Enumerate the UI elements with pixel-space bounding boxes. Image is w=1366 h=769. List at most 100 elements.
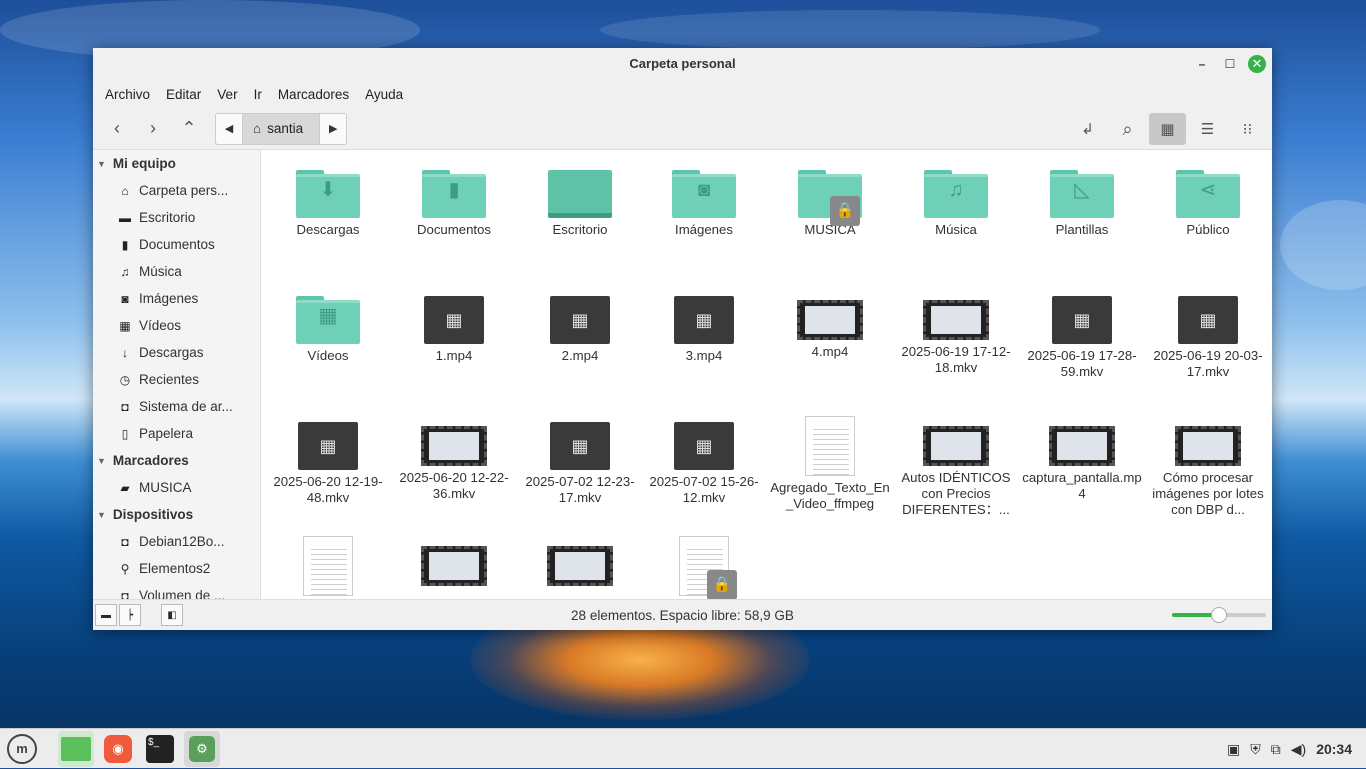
file-item[interactable]: ▮ Documentos: [392, 170, 516, 238]
menu-5[interactable]: Ayuda: [357, 87, 411, 102]
menu-3[interactable]: Ir: [246, 87, 270, 102]
file-item[interactable]: Cómo procesar imágenes por lotes con DBP…: [1146, 422, 1270, 518]
hide-sidebar-button[interactable]: ◧: [161, 604, 183, 626]
sidebar-item[interactable]: ◷ Recientes: [93, 366, 260, 393]
file-item[interactable]: 4.mp4: [768, 296, 892, 360]
menu-0[interactable]: Archivo: [97, 87, 158, 102]
mint-menu-icon[interactable]: m: [4, 731, 40, 767]
breadcrumb-label: santia: [267, 121, 304, 136]
file-item[interactable]: ⬇ Descargas: [266, 170, 390, 238]
folder-icon: ⋖: [1176, 170, 1240, 218]
sidebar-section-header[interactable]: ▼ Mi equipo: [93, 150, 260, 177]
file-item[interactable]: ▦ Vídeos: [266, 296, 390, 364]
sidebar-item[interactable]: ↓ Descargas: [93, 339, 260, 366]
menu-4[interactable]: Marcadores: [270, 87, 357, 102]
breadcrumb-home[interactable]: ⌂ santia: [242, 113, 321, 144]
sidebar-item[interactable]: ▬ Escritorio: [93, 204, 260, 231]
terminal-icon[interactable]: $_: [142, 731, 178, 767]
file-item[interactable]: ▦ 2025-06-19 20-03-17.mkv: [1146, 296, 1270, 380]
folder-icon: ▰: [120, 480, 130, 495]
tree-toggle-button[interactable]: ┝: [119, 604, 141, 626]
download-icon: ↓: [122, 345, 128, 360]
sidebar-item[interactable]: ⚲ Elementos2: [93, 555, 260, 582]
files-app-icon[interactable]: [58, 730, 94, 767]
minimize-button[interactable]: –: [1192, 54, 1212, 74]
sidebar-item-label: Papelera: [139, 426, 194, 441]
file-name: 2025-06-19 17-28-59.mkv: [1027, 348, 1137, 379]
file-item[interactable]: 🔒: [642, 536, 766, 599]
sidebar-item[interactable]: ◘ Volumen de ...: [93, 582, 260, 599]
settings-toggle-icon[interactable]: ⚙: [184, 730, 220, 767]
sidebar-item[interactable]: ▰ MUSICA: [93, 474, 260, 501]
file-item[interactable]: Agregado_Texto_En_Video_ffmpeg: [768, 416, 892, 512]
path-left-arrow[interactable]: ◀: [216, 114, 242, 144]
file-item[interactable]: ▦ 2025-06-19 17-28-59.mkv: [1020, 296, 1144, 380]
file-item[interactable]: ▦ 1.mp4: [392, 296, 516, 364]
icon-view-button[interactable]: ▦: [1149, 113, 1186, 145]
file-item[interactable]: [266, 536, 390, 599]
file-item[interactable]: Autos IDÉNTICOS con Precios DIFERENTES：.…: [894, 422, 1018, 518]
up-button[interactable]: ⌃: [171, 113, 207, 145]
file-item[interactable]: ▦ 2.mp4: [518, 296, 642, 364]
file-item[interactable]: ⋖ Público: [1146, 170, 1270, 238]
file-item[interactable]: ▦ 2025-06-20 12-19-48.mkv: [266, 422, 390, 506]
toggle-location-button[interactable]: ↲: [1069, 113, 1106, 145]
file-item[interactable]: ▦ 3.mp4: [642, 296, 766, 364]
collapse-triangle-icon[interactable]: ▼: [97, 456, 106, 466]
network-icon[interactable]: ⧉: [1271, 741, 1281, 758]
sidebar-item[interactable]: ♫ Música: [93, 258, 260, 285]
collapse-triangle-icon[interactable]: ▼: [97, 159, 106, 169]
file-manager-window: Carpeta personal – ☐ ✕ Archivo Editar Ver I…: [93, 48, 1272, 630]
sidebar-item-label: Vídeos: [139, 318, 182, 333]
file-item[interactable]: 2025-06-19 17-12-18.mkv: [894, 296, 1018, 376]
list-view-button[interactable]: ☰: [1189, 113, 1226, 145]
firefox-icon[interactable]: ◉: [100, 731, 136, 767]
sidebar-item[interactable]: ⌂ Carpeta pers...: [93, 177, 260, 204]
search-icon[interactable]: ⌕: [1109, 113, 1146, 145]
menu-1[interactable]: Editar: [158, 87, 209, 102]
volume-icon[interactable]: ◀): [1291, 741, 1306, 758]
file-name: 2.mp4: [561, 348, 599, 363]
file-item[interactable]: [518, 542, 642, 590]
close-button[interactable]: ✕: [1248, 55, 1266, 73]
file-item[interactable]: Escritorio: [518, 170, 642, 238]
clipboard-icon[interactable]: ▣: [1227, 741, 1240, 758]
forward-button[interactable]: ›: [135, 113, 171, 145]
sidebar-item[interactable]: ▦ Vídeos: [93, 312, 260, 339]
places-toggle-button[interactable]: ▬: [95, 604, 117, 626]
file-name: Agregado_Texto_En_Video_ffmpeg: [770, 480, 890, 511]
sidebar-section-header[interactable]: ▼ Marcadores: [93, 447, 260, 474]
clock[interactable]: 20:34: [1316, 741, 1352, 757]
compact-view-button[interactable]: ⁝⁝: [1229, 113, 1266, 145]
file-item[interactable]: 2025-06-20 12-22-36.mkv: [392, 422, 516, 502]
collapse-triangle-icon[interactable]: ▼: [97, 510, 106, 520]
maximize-button[interactable]: ☐: [1220, 54, 1240, 74]
video-file-icon: ▦: [674, 422, 734, 470]
sidebar-item-label: Imágenes: [139, 291, 199, 306]
file-item[interactable]: ▦ 2025-07-02 12-23-17.mkv: [518, 422, 642, 506]
path-right-arrow[interactable]: ▶: [320, 114, 346, 144]
file-name: Plantillas: [1055, 222, 1109, 237]
file-item[interactable]: [392, 542, 516, 590]
file-name: 1.mp4: [435, 348, 473, 363]
file-item[interactable]: ◺ Plantillas: [1020, 170, 1144, 238]
file-item[interactable]: ♫ Música: [894, 170, 1018, 238]
sidebar-item[interactable]: ◘ Sistema de ar...: [93, 393, 260, 420]
sidebar: ▼ Mi equipo ⌂ Carpeta pers... ▬ Escritorio ▮ Do…: [93, 150, 261, 599]
file-item[interactable]: captura_pantalla.mp4: [1020, 422, 1144, 502]
menu-2[interactable]: Ver: [209, 87, 245, 102]
sidebar-item[interactable]: ▮ Documentos: [93, 231, 260, 258]
sidebar-item[interactable]: ◙ Imágenes: [93, 285, 260, 312]
sidebar-item[interactable]: ▯ Papelera: [93, 420, 260, 447]
zoom-slider[interactable]: [1172, 607, 1266, 623]
sidebar-section-header[interactable]: ▼ Dispositivos: [93, 501, 260, 528]
sidebar-item[interactable]: ◘ Debian12Bo...: [93, 528, 260, 555]
file-item[interactable]: ◙ Imágenes: [642, 170, 766, 238]
back-button[interactable]: ‹: [99, 113, 135, 145]
file-name: 2025-06-19 20-03-17.mkv: [1153, 348, 1263, 379]
zoom-knob[interactable]: [1211, 607, 1227, 623]
camera-icon: ◙: [121, 291, 129, 306]
file-item[interactable]: ▦ 2025-07-02 15-26-12.mkv: [642, 422, 766, 506]
file-item[interactable]: 🔒 MUSICA: [768, 170, 892, 238]
shield-icon[interactable]: ⛨: [1250, 741, 1261, 758]
